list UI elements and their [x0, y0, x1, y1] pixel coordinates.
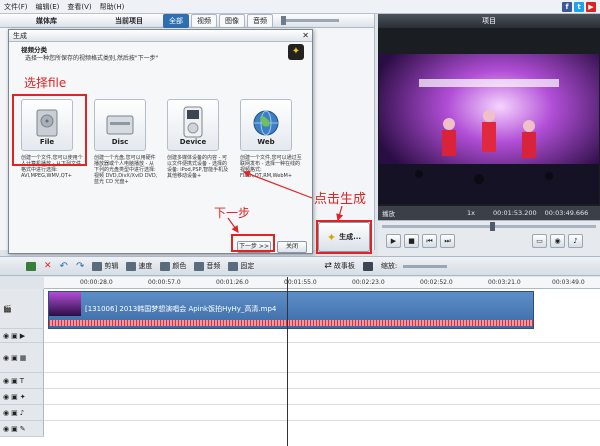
- redo-icon: ↷: [75, 260, 85, 272]
- ruler-tick: 00:02:52.0: [420, 279, 453, 286]
- clip-label: [131006] 2013韩国梦想演唱会 Apink饭拍HyHy_高清.mp4: [85, 305, 277, 313]
- stabilize-label: 固定: [240, 262, 255, 270]
- track-header: ◉ ▣ ▦: [0, 343, 44, 373]
- timeline-clip[interactable]: [131006] 2013韩国梦想演唱会 Apink饭拍HyHy_高清.mp4: [48, 291, 534, 329]
- lock-icon[interactable]: ▣: [11, 393, 18, 401]
- arrow-to-generate: [336, 205, 344, 222]
- eye-icon[interactable]: ◉: [3, 332, 9, 340]
- video-icon: ▶: [19, 331, 26, 340]
- color-icon: [160, 261, 171, 271]
- lock-icon[interactable]: ▣: [11, 354, 18, 362]
- track-header: ◉ ▣ ▶: [0, 329, 44, 343]
- track-header: ◉ ▣ ✎: [0, 421, 44, 437]
- stabilize-button[interactable]: 固定: [228, 261, 254, 271]
- color-button[interactable]: 颜色: [160, 261, 186, 271]
- ruler-tick: 00:00:28.0: [80, 279, 113, 286]
- ruler-tick: 00:01:55.0: [284, 279, 317, 286]
- monitor-settings-button[interactable]: [362, 261, 373, 271]
- eye-icon[interactable]: ◉: [3, 425, 9, 433]
- import-button[interactable]: [26, 261, 36, 271]
- speed-icon: [126, 261, 137, 271]
- audio-track-icon: ♪: [19, 408, 25, 417]
- text-icon: T: [19, 376, 25, 385]
- ruler-tick: 00:03:49.0: [552, 279, 585, 286]
- storyboard-icon: ⇄: [324, 261, 332, 271]
- undo-icon: ↶: [59, 260, 68, 272]
- clip-thumbnail: [49, 292, 81, 316]
- undo-button[interactable]: ↶: [60, 261, 68, 272]
- eye-icon[interactable]: ◉: [3, 354, 9, 362]
- arrow-to-next: [227, 217, 239, 233]
- ruler-tick: 00:03:21.0: [488, 279, 521, 286]
- video-track-icon: 🎬: [3, 304, 12, 313]
- cut-button[interactable]: 剪辑: [92, 261, 118, 271]
- timeline-playhead[interactable]: [287, 277, 288, 446]
- ruler-tick: 00:00:57.0: [148, 279, 181, 286]
- video-track-header: 🎬: [0, 289, 44, 329]
- import-icon: [26, 261, 36, 271]
- cut-icon: [92, 261, 103, 271]
- track-header: ◉ ▣ ✦: [0, 389, 44, 405]
- lock-icon[interactable]: ▣: [11, 332, 18, 340]
- stabilize-icon: [228, 261, 239, 271]
- track-row[interactable]: [44, 405, 600, 421]
- track-header: ◉ ▣ ♪: [0, 405, 44, 421]
- eye-icon[interactable]: ◉: [3, 393, 9, 401]
- track-row[interactable]: [44, 373, 600, 389]
- lock-icon[interactable]: ▣: [11, 377, 18, 385]
- track-row[interactable]: [44, 343, 600, 373]
- clip-audio-wave: [49, 320, 533, 326]
- eye-icon[interactable]: ◉: [3, 409, 9, 417]
- timeline-toolbar: ✕ ↶ ↷ 剪辑 速度 颜色 音频 固定 ⇄ 故事板 缩放:: [0, 256, 600, 276]
- zoom-slider[interactable]: [403, 264, 448, 268]
- eye-icon[interactable]: ◉: [3, 377, 9, 385]
- effect-icon: ✦: [19, 392, 26, 401]
- zoom-label: 缩放:: [380, 262, 398, 270]
- speed-label: 速度: [138, 262, 153, 270]
- monitor-icon: [362, 261, 373, 271]
- arrow-to-web: [242, 170, 313, 199]
- track-row[interactable]: [44, 329, 600, 343]
- overlay-icon: ▦: [19, 353, 27, 362]
- ruler-tick: 00:02:23.0: [352, 279, 385, 286]
- audio-label: 音频: [206, 262, 221, 270]
- storyboard-label: 故事板: [333, 262, 355, 270]
- track-row[interactable]: [44, 389, 600, 405]
- lock-icon[interactable]: ▣: [11, 409, 18, 417]
- color-label: 颜色: [172, 262, 187, 270]
- cut-label: 剪辑: [104, 262, 119, 270]
- ruler-tick: 00:01:26.0: [216, 279, 249, 286]
- timeline-ruler[interactable]: 00:00:28.0 00:00:57.0 00:01:26.0 00:01:5…: [44, 277, 600, 289]
- zoom-control: 缩放:: [380, 261, 448, 271]
- redo-button[interactable]: ↷: [76, 261, 84, 272]
- delete-button[interactable]: ✕: [44, 261, 52, 271]
- speed-button[interactable]: 速度: [126, 261, 152, 271]
- track-header: ◉ ▣ T: [0, 373, 44, 389]
- audio-icon: [194, 261, 205, 271]
- lock-icon[interactable]: ▣: [11, 425, 18, 433]
- audio-button[interactable]: 音频: [194, 261, 220, 271]
- delete-icon: ✕: [44, 261, 52, 271]
- mic-icon: ✎: [19, 424, 26, 433]
- storyboard-button[interactable]: ⇄ 故事板: [324, 261, 355, 271]
